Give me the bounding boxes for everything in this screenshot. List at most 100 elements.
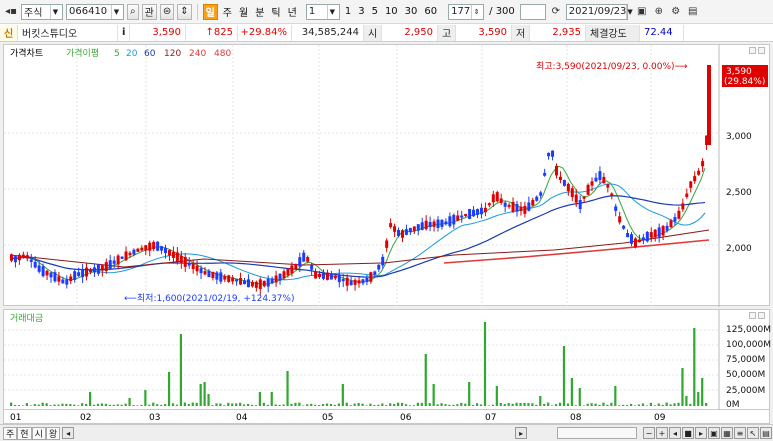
volume-bar [681,368,684,406]
candle-body [306,256,310,262]
period-day-button[interactable]: 일 [202,3,218,20]
volume-bar [88,392,92,406]
period-month-button[interactable]: 월 [237,4,250,19]
grid-icon[interactable]: ▦ [721,427,733,439]
date-picker[interactable]: 2021/09/23 ▼ [565,3,633,20]
legend-volume: 거래대금 [10,313,43,324]
candle-body [389,223,393,228]
refresh-icon[interactable]: ⟳ [549,5,563,19]
candle-body [69,276,73,282]
settings-icon[interactable]: ⚙ [669,5,683,19]
count-max-input[interactable] [519,3,546,20]
menu-icon[interactable]: ◂▪ [4,5,18,19]
volume-bar [321,404,325,406]
minimize-icon[interactable] [749,47,756,54]
candle-body [88,269,92,273]
tab-time[interactable]: 시 [31,426,46,440]
vol-tick-50000: 50,000M [726,370,765,380]
maximize-icon[interactable] [758,47,765,54]
code-input[interactable]: 066410 ▼ [66,3,124,20]
volume-bar [357,403,360,406]
updown-icon: ⇕ [180,6,189,17]
candle-body [37,265,41,272]
candle-body [286,268,290,276]
tab-week[interactable]: 주 [3,426,18,440]
candle-body [602,176,606,184]
cursor-icon[interactable]: ↖ [747,427,759,439]
candle-body [397,230,401,237]
volume-bar [57,404,60,406]
candle-body [203,271,207,275]
zoom-icon[interactable]: ⊕ [652,5,666,19]
volume-bar [582,405,585,406]
candle-body [314,271,318,279]
candle-body [570,188,574,198]
volume-bar [353,403,356,406]
zoom-in-icon[interactable]: + [656,427,668,439]
volume-chart-panel[interactable]: 거래대금 125,000M 100,000M 75,000M 50,000M 2… [3,309,771,411]
candle-body [195,265,199,272]
count-input[interactable]: 177 ⇕ [448,3,485,20]
interval-10-button[interactable]: 10 [383,6,400,17]
candle-body [554,165,558,176]
interval-60-button[interactable]: 60 [422,6,439,17]
scroll-left-icon[interactable]: ◂ [62,427,75,439]
candle-body [274,275,278,283]
list-icon[interactable]: ≡ [734,427,746,439]
tab-wang[interactable]: 왕 [45,426,61,440]
candle-body [25,255,29,259]
minimize-icon[interactable] [749,312,756,319]
candle-body [385,240,389,248]
interval-5-button[interactable]: 5 [370,6,380,17]
stop-icon[interactable]: ■ [682,427,694,439]
table-icon[interactable]: ▤ [760,427,772,439]
play-back-icon[interactable]: ◂ [669,427,681,439]
volume-bar [385,405,388,406]
maximize-icon[interactable] [758,312,765,319]
time-scrollbar[interactable] [557,427,637,439]
volume-bar [314,404,317,406]
search-button[interactable]: ⌕ [127,3,139,20]
zoom-out-icon[interactable]: − [643,427,655,439]
volume-bar [677,402,680,406]
candle-body [381,256,385,266]
spin-button[interactable]: ⇕ [177,3,192,20]
candle-body [207,270,211,278]
volume-bar [562,346,566,406]
market-select[interactable]: 주식 ▼ [21,3,63,20]
scroll-right-icon[interactable]: ▸ [515,427,528,439]
volume-bar [160,404,163,406]
candle-body [495,192,499,202]
related-button[interactable]: 관 [141,3,157,20]
interval-1-button[interactable]: 1 [343,6,353,17]
candle-body [373,271,377,275]
interval-30-button[interactable]: 30 [403,6,420,17]
period-week-button[interactable]: 주 [221,4,234,19]
print-icon[interactable]: ▤ [686,5,700,19]
interval-3-button[interactable]: 3 [356,6,366,17]
volume-bar [527,403,530,406]
volume-bar [231,403,234,406]
candle-body [132,249,136,255]
window-icon[interactable]: ▣ [635,5,649,19]
candle-body [116,255,120,265]
volume-bar [618,405,621,406]
period-minute-button[interactable]: 분 [253,4,266,19]
period-year-button[interactable]: 년 [286,4,299,19]
info-icon[interactable]: i [118,24,130,41]
volume-bar [511,403,514,406]
candle-body [578,200,582,210]
candle-body [235,279,239,282]
play-icon[interactable]: ▸ [695,427,707,439]
interval-select[interactable]: 1 ▼ [305,3,340,20]
compare-button[interactable]: ⊜ [159,3,175,20]
tab-current[interactable]: 현 [17,426,32,440]
volume-bar [602,402,605,406]
candle-body [369,272,373,282]
volume-bar [515,402,518,406]
candle-body [258,279,262,289]
candle-body [479,207,483,215]
image-save-icon[interactable]: ▣ [708,427,720,439]
price-chart-panel[interactable]: 가격차트 가격이평 5 20 60 120 240 480 최고:3,590(2… [3,44,770,307]
period-tick-button[interactable]: 틱 [269,4,282,19]
